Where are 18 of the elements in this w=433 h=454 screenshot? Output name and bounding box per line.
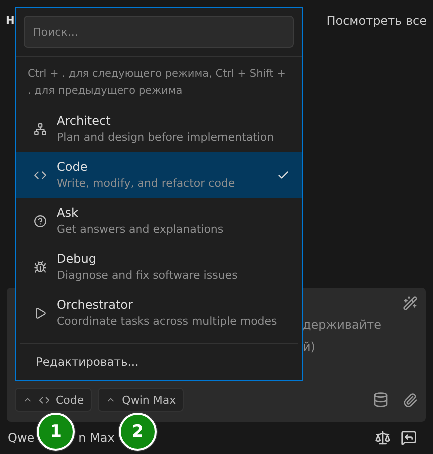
mode-description: Plan and design before implementation <box>57 131 276 144</box>
section-title: Н <box>6 15 15 27</box>
mode-title: Ask <box>57 206 80 220</box>
placeholder-text: держивайте <box>303 317 382 333</box>
mode-title: Debug <box>57 252 98 266</box>
mode-description: Write, modify, and refactor code <box>57 177 236 190</box>
mode-title: Orchestrator <box>57 298 134 312</box>
mode-title: Code <box>57 160 89 174</box>
number-badge: 2 <box>119 413 157 451</box>
number-badge: 1 <box>37 413 75 451</box>
model-name: n Max <box>78 431 115 445</box>
placeholder-text: й) <box>303 339 316 355</box>
mode-description: Get answers and explanations <box>57 223 225 236</box>
mode-title: Architect <box>57 114 112 128</box>
mode-description: Coordinate tasks across multiple modes <box>57 315 278 328</box>
shortcut-hint: Ctrl + . для следующего режима, Ctrl + Shift + . для предыдущего режима <box>27 67 287 99</box>
mode-description: Diagnose and fix software issues <box>57 269 239 282</box>
model-name: Qwe <box>8 431 35 445</box>
